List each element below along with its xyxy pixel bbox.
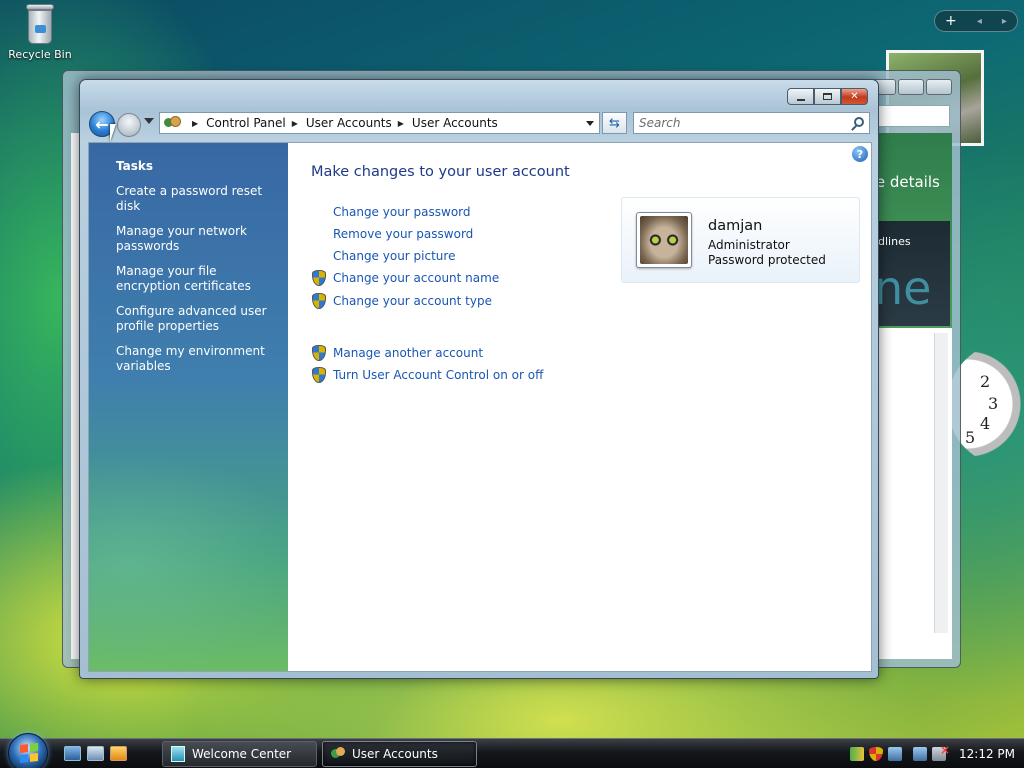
clock-number: 2 xyxy=(980,372,991,391)
window-caption-buttons: ✕ xyxy=(787,88,868,105)
taskbar-user-accounts[interactable]: User Accounts xyxy=(322,741,477,767)
clock-number: 3 xyxy=(988,394,999,413)
change-picture-link[interactable]: Change your picture xyxy=(333,249,455,263)
background-window-text: dlines xyxy=(878,235,911,248)
system-tray: 12:12 PM xyxy=(850,741,1024,767)
account-role: Administrator xyxy=(708,238,790,252)
tasks-heading: Tasks xyxy=(116,159,154,173)
maximize-icon xyxy=(823,93,832,100)
taskbar-button-label: Welcome Center xyxy=(192,747,292,761)
taskbar-welcome-center[interactable]: Welcome Center xyxy=(162,741,317,767)
task-manage-file-encryption-certificates[interactable]: Manage your file encryption certificates xyxy=(116,264,276,294)
minimize-button[interactable] xyxy=(787,88,814,105)
cat-picture-icon xyxy=(640,216,688,264)
background-window-text: ne xyxy=(874,261,932,315)
prev-gadget-button[interactable]: ◂ xyxy=(977,16,982,27)
start-button[interactable] xyxy=(8,733,48,768)
account-status: Password protected xyxy=(708,253,826,267)
network-icon[interactable] xyxy=(888,747,902,761)
maximize-button[interactable] xyxy=(814,88,841,105)
search-input[interactable]: Search xyxy=(633,112,870,134)
refresh-icon: ⇆ xyxy=(609,115,620,131)
tasks-pane: Tasks Create a password reset disk Manag… xyxy=(89,143,288,671)
user-accounts-window[interactable]: ✕ ← ▶ Control Panel ▶ User Accounts ▶ Us… xyxy=(79,79,879,679)
refresh-button[interactable]: ⇆ xyxy=(602,112,627,134)
recycle-bin-label: Recycle Bin xyxy=(8,48,72,61)
windows-logo-icon xyxy=(20,743,38,763)
recent-pages-dropdown[interactable] xyxy=(144,118,154,124)
user-accounts-icon xyxy=(164,116,181,130)
task-configure-advanced-profile-properties[interactable]: Configure advanced user profile properti… xyxy=(116,304,276,334)
mouse-cursor-icon xyxy=(110,124,122,142)
user-accounts-icon xyxy=(331,746,345,762)
task-create-password-reset-disk[interactable]: Create a password reset disk xyxy=(116,184,276,214)
media-player-icon[interactable] xyxy=(110,746,127,761)
uac-shield-icon xyxy=(312,345,326,361)
switch-windows-icon[interactable] xyxy=(87,746,104,761)
clock-number: 5 xyxy=(965,428,976,447)
address-bar[interactable]: ▶ Control Panel ▶ User Accounts ▶ User A… xyxy=(159,112,600,134)
close-button[interactable]: ✕ xyxy=(841,88,868,105)
minimize-icon xyxy=(796,98,805,101)
clock-number: 4 xyxy=(980,414,991,433)
search-icon[interactable] xyxy=(854,117,864,127)
search-placeholder: Search xyxy=(639,116,681,130)
show-desktop-icon[interactable] xyxy=(64,746,81,761)
help-icon[interactable]: ? xyxy=(852,146,868,162)
welcome-center-icon xyxy=(171,746,185,762)
change-account-type-link[interactable]: Change your account type xyxy=(333,294,492,308)
next-gadget-button[interactable]: ▸ xyxy=(1002,16,1007,27)
breadcrumb-user-accounts[interactable]: User Accounts xyxy=(306,116,392,130)
volume-muted-icon[interactable] xyxy=(932,743,950,761)
task-change-environment-variables[interactable]: Change my environment variables xyxy=(116,344,276,374)
network-connection-icon[interactable] xyxy=(913,747,927,761)
uac-shield-icon xyxy=(312,367,326,383)
quick-launch xyxy=(64,746,127,761)
avatar[interactable] xyxy=(636,212,692,268)
uac-shield-icon xyxy=(312,270,326,286)
window-content: Tasks Create a password reset disk Manag… xyxy=(88,142,872,672)
turn-uac-on-off-link[interactable]: Turn User Account Control on or off xyxy=(333,368,543,382)
breadcrumb-separator-icon[interactable]: ▶ xyxy=(292,119,298,128)
taskbar: Welcome Center User Accounts 12:12 PM xyxy=(0,733,1024,768)
account-name: damjan xyxy=(708,218,763,234)
add-gadget-button[interactable]: + xyxy=(945,13,957,29)
background-window-scrollbar[interactable] xyxy=(934,333,948,633)
close-icon: ✕ xyxy=(850,91,859,102)
change-account-name-link[interactable]: Change your account name xyxy=(333,271,499,285)
page-title: Make changes to your user account xyxy=(311,164,570,180)
background-window-text: re details xyxy=(870,173,940,191)
taskbar-button-label: User Accounts xyxy=(352,747,438,761)
change-password-link[interactable]: Change your password xyxy=(333,205,471,219)
manage-another-account-link[interactable]: Manage another account xyxy=(333,346,483,360)
recycle-bin-icon xyxy=(25,4,55,46)
recycle-bin-desktop-icon[interactable]: Recycle Bin xyxy=(8,2,72,61)
security-center-shield-icon[interactable] xyxy=(869,747,883,761)
windows-defender-flag-icon[interactable] xyxy=(850,747,864,761)
remove-password-link[interactable]: Remove your password xyxy=(333,227,473,241)
breadcrumb-user-accounts-current[interactable]: User Accounts xyxy=(412,116,498,130)
account-card: damjan Administrator Password protected xyxy=(621,197,860,283)
uac-shield-icon xyxy=(312,293,326,309)
back-arrow-icon: ← xyxy=(95,114,109,134)
task-manage-network-passwords[interactable]: Manage your network passwords xyxy=(116,224,276,254)
chevron-down-icon[interactable] xyxy=(586,121,594,126)
breadcrumb-separator-icon[interactable]: ▶ xyxy=(192,119,198,128)
background-window-panel: dlines ne xyxy=(874,221,950,326)
background-window-caption-buttons[interactable] xyxy=(870,79,952,95)
main-pane: ? Make changes to your user account Chan… xyxy=(288,143,871,671)
sidebar-gadget-controls[interactable]: + ◂ ▸ xyxy=(934,10,1018,32)
clock[interactable]: 12:12 PM xyxy=(959,747,1015,761)
breadcrumb-control-panel[interactable]: Control Panel xyxy=(206,116,286,130)
breadcrumb-separator-icon[interactable]: ▶ xyxy=(398,119,404,128)
